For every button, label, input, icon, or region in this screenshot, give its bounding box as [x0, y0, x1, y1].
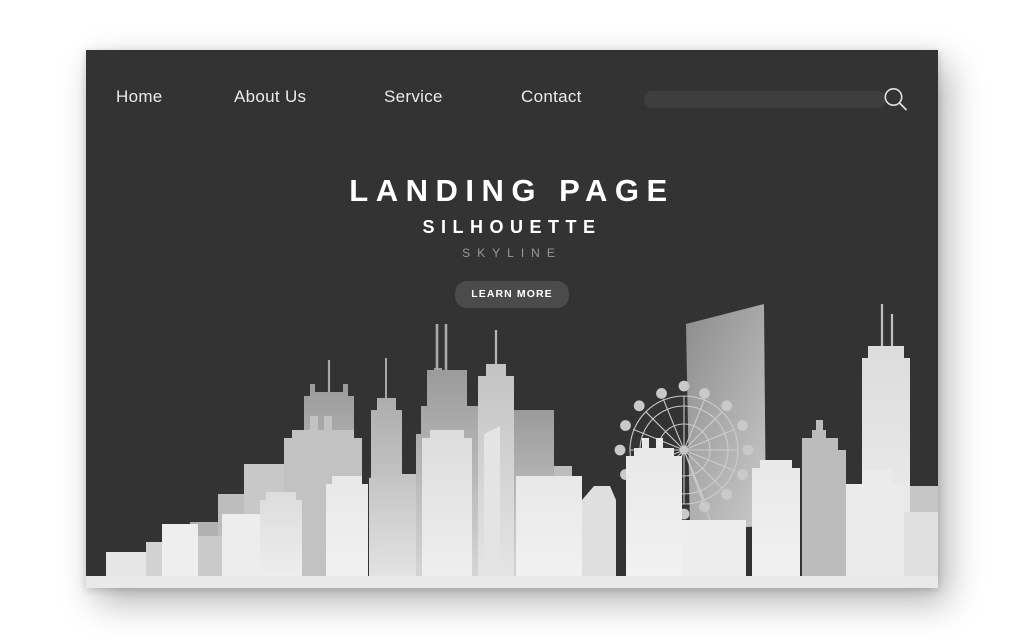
page-title: LANDING PAGE — [349, 173, 675, 208]
page-subtitle: SILHOUETTE — [422, 217, 602, 237]
nav-item-service[interactable]: Service — [384, 87, 443, 107]
nav-item-contact[interactable]: Contact — [521, 87, 582, 107]
hero-card: Home About Us Service Contact LANDING PA… — [86, 50, 938, 588]
nav-item-home[interactable]: Home — [116, 87, 163, 107]
nav-item-about-us[interactable]: About Us — [234, 87, 306, 107]
search-icon[interactable] — [881, 85, 911, 115]
page-tagline: SKYLINE — [462, 246, 562, 260]
search-input[interactable] — [644, 91, 886, 108]
page-root: Home About Us Service Contact LANDING PA… — [0, 0, 1024, 640]
city-skyline-illustration — [86, 304, 938, 588]
navbar: Home About Us Service Contact — [86, 50, 938, 150]
